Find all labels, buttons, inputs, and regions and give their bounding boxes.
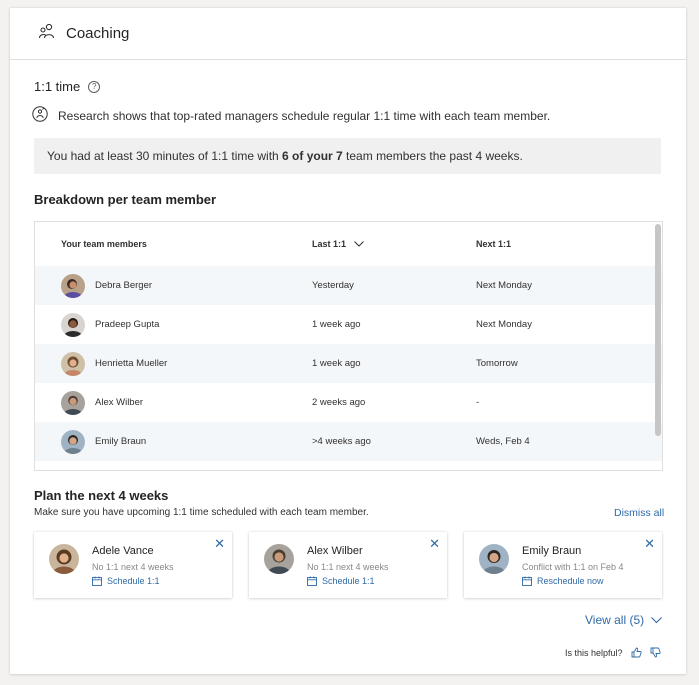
research-icon (32, 106, 58, 125)
last-cell: 1 week ago (312, 358, 361, 369)
avatar (61, 273, 85, 298)
reschedule-link-label: Reschedule now (537, 576, 604, 586)
table-row[interactable]: Henrietta Mueller 1 week ago Tomorrow (35, 344, 662, 383)
breakdown-title: Breakdown per team member (34, 192, 217, 207)
chevron-down-icon (651, 613, 663, 627)
table-header: Your team members Last 1:1 Next 1:1 (35, 222, 662, 266)
column-header-last-label: Last 1:1 (312, 239, 347, 249)
close-icon[interactable]: ✕ (429, 536, 440, 552)
section-title: 1:1 time ? (34, 79, 101, 94)
last-cell: 2 weeks ago (312, 397, 366, 408)
next-cell: Next Monday (476, 280, 532, 291)
column-header-next-label: Next 1:1 (476, 239, 512, 249)
calendar-icon (522, 576, 532, 586)
member-cell: Emily Braun (35, 429, 312, 454)
reschedule-link[interactable]: Reschedule now (522, 576, 604, 586)
avatar (61, 351, 85, 376)
close-icon[interactable]: ✕ (644, 536, 655, 552)
team-table: Your team members Last 1:1 Next 1:1 Debr… (34, 221, 663, 471)
avatar (61, 390, 85, 415)
scrollbar-thumb[interactable] (655, 224, 661, 436)
suggestion-note: No 1:1 next 4 weeks (92, 562, 174, 572)
coaching-icon (38, 22, 56, 45)
member-name: Emily Braun (95, 436, 147, 447)
table-row[interactable]: Alex Wilber 2 weeks ago - (35, 383, 662, 422)
avatar (61, 312, 85, 337)
plan-subtitle: Make sure you have upcoming 1:1 time sch… (34, 507, 369, 518)
schedule-link[interactable]: Schedule 1:1 (92, 576, 160, 586)
next-cell: Weds, Feb 4 (476, 436, 530, 447)
suggestion-name: Emily Braun (522, 545, 582, 557)
feedback-bar: Is this helpful? (565, 647, 661, 658)
member-name: Debra Berger (95, 280, 153, 291)
banner-text-post: team members the past 4 weeks. (342, 149, 523, 163)
suggestion-note: No 1:1 next 4 weeks (307, 562, 389, 572)
last-cell: Yesterday (312, 280, 354, 291)
summary-banner: You had at least 30 minutes of 1:1 time … (34, 138, 661, 174)
chevron-down-icon[interactable] (354, 239, 364, 249)
card-title: Coaching (66, 25, 130, 42)
schedule-link-label: Schedule 1:1 (322, 576, 375, 586)
suggestion-name: Alex Wilber (307, 545, 363, 557)
suggestion-note: Conflict with 1:1 on Feb 4 (522, 562, 624, 572)
suggestion-card: Adele Vance No 1:1 next 4 weeks Schedule… (34, 532, 232, 598)
member-cell: Debra Berger (35, 273, 312, 298)
view-all-link[interactable]: View all (5) (585, 613, 663, 627)
banner-text-pre: You had at least 30 minutes of 1:1 time … (47, 149, 283, 163)
plan-title: Plan the next 4 weeks (34, 488, 169, 503)
column-header-member[interactable]: Your team members (35, 239, 312, 249)
banner-text-bold: 6 of your 7 (282, 149, 343, 163)
card-header: Coaching (10, 8, 686, 60)
research-text: Research shows that top-rated managers s… (58, 108, 551, 123)
dismiss-all-link[interactable]: Dismiss all (614, 507, 664, 519)
view-all-label: View all (5) (585, 613, 645, 627)
next-cell: Tomorrow (476, 358, 518, 369)
scrollbar[interactable] (652, 222, 662, 470)
member-cell: Henrietta Mueller (35, 351, 312, 376)
member-cell: Alex Wilber (35, 390, 312, 415)
last-cell: >4 weeks ago (312, 436, 371, 447)
table-row[interactable]: Pradeep Gupta 1 week ago Next Monday (35, 305, 662, 344)
avatar (264, 544, 294, 574)
column-header-member-label: Your team members (61, 239, 147, 249)
calendar-icon (92, 576, 102, 586)
member-cell: Pradeep Gupta (35, 312, 312, 337)
next-cell: Next Monday (476, 319, 532, 330)
suggestion-card: Alex Wilber No 1:1 next 4 weeks Schedule… (249, 532, 447, 598)
close-icon[interactable]: ✕ (214, 536, 225, 552)
member-name: Henrietta Mueller (95, 358, 168, 369)
column-header-next[interactable]: Next 1:1 (476, 239, 636, 249)
schedule-link-label: Schedule 1:1 (107, 576, 160, 586)
calendar-icon (307, 576, 317, 586)
thumbs-down-icon[interactable] (650, 647, 661, 658)
table-row[interactable]: Debra Berger Yesterday Next Monday (35, 266, 662, 305)
section-title-text: 1:1 time (34, 79, 81, 94)
schedule-link[interactable]: Schedule 1:1 (307, 576, 375, 586)
avatar (479, 544, 509, 574)
table-row[interactable]: Emily Braun >4 weeks ago Weds, Feb 4 (35, 422, 662, 461)
avatar (61, 429, 85, 454)
next-cell: - (476, 397, 480, 408)
avatar (49, 544, 79, 574)
last-cell: 1 week ago (312, 319, 361, 330)
suggestion-name: Adele Vance (92, 545, 154, 557)
member-name: Pradeep Gupta (95, 319, 160, 330)
help-icon[interactable]: ? (88, 80, 101, 93)
column-header-last[interactable]: Last 1:1 (312, 239, 476, 249)
coaching-card: Coaching 1:1 time ? Research shows that … (10, 8, 686, 674)
feedback-prompt: Is this helpful? (565, 647, 623, 658)
research-note: Research shows that top-rated managers s… (32, 106, 550, 125)
member-name: Alex Wilber (95, 397, 144, 408)
suggestion-card: Emily Braun Conflict with 1:1 on Feb 4 R… (464, 532, 662, 598)
thumbs-up-icon[interactable] (631, 647, 642, 658)
